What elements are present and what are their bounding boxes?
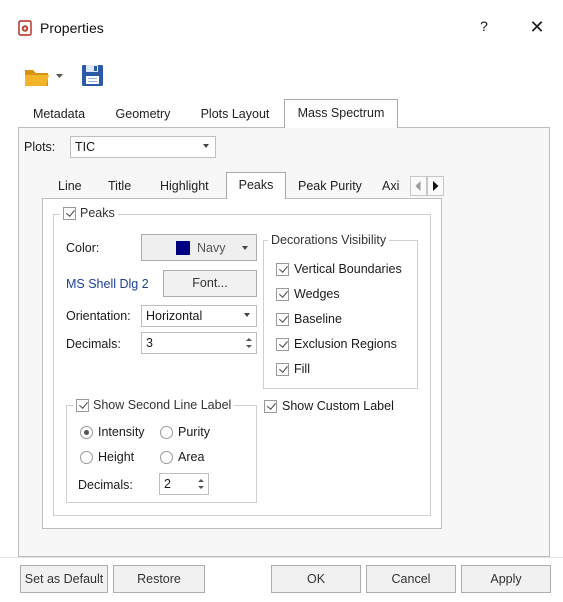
- chevron-down-icon: [203, 144, 209, 148]
- second-line-checkbox[interactable]: Show Second Line Label: [73, 398, 235, 412]
- color-label: Color:: [66, 241, 100, 255]
- checkbox-box[interactable]: [276, 262, 289, 276]
- decoration-label: Baseline: [294, 312, 342, 326]
- checkbox-box[interactable]: [264, 399, 277, 413]
- checkbox-box[interactable]: [63, 206, 76, 220]
- orientation-value: Horizontal: [146, 309, 203, 323]
- decoration-label: Fill: [294, 362, 310, 376]
- window-title: Properties: [40, 20, 104, 36]
- orientation-label: Orientation:: [66, 309, 131, 323]
- radio-circle[interactable]: [160, 450, 173, 464]
- subtab-peaks[interactable]: Peaks: [226, 172, 286, 199]
- second-decimals-spinbox[interactable]: 2: [159, 473, 209, 495]
- radio-area[interactable]: Area: [160, 450, 204, 464]
- subtab-line[interactable]: Line: [58, 175, 82, 197]
- radio-circle[interactable]: [80, 425, 93, 439]
- color-picker-button[interactable]: Navy: [141, 234, 257, 261]
- second-decimals-label: Decimals:: [78, 478, 133, 492]
- checkbox-box[interactable]: [276, 312, 289, 326]
- cancel-button[interactable]: Cancel: [366, 565, 456, 593]
- scroll-left-button[interactable]: [410, 176, 427, 196]
- apply-button[interactable]: Apply: [461, 565, 551, 593]
- decimals-label: Decimals:: [66, 337, 121, 351]
- radio-height[interactable]: Height: [80, 450, 134, 464]
- checkbox-box[interactable]: [276, 337, 289, 351]
- radio-purity[interactable]: Purity: [160, 425, 210, 439]
- plots-dropdown-value: TIC: [75, 140, 96, 154]
- tab-plots-layout[interactable]: Plots Layout: [190, 102, 280, 126]
- chevron-down-icon: [244, 313, 250, 317]
- decoration-baseline[interactable]: Baseline: [276, 312, 342, 326]
- decimals-spinbox[interactable]: 3: [141, 332, 257, 354]
- font-name-label: MS Shell Dlg 2: [66, 277, 149, 291]
- decoration-label: Vertical Boundaries: [294, 262, 402, 276]
- ok-button[interactable]: OK: [271, 565, 361, 593]
- decorations-group-title: Decorations Visibility: [268, 233, 390, 247]
- footer-divider: [0, 557, 563, 558]
- set-as-default-button[interactable]: Set as Default: [20, 565, 108, 593]
- spinner-arrows-icon[interactable]: [245, 335, 253, 351]
- open-folder-button[interactable]: [23, 62, 67, 90]
- plots-label: Plots:: [24, 140, 56, 154]
- app-icon: [17, 20, 33, 36]
- subtab-highlight[interactable]: Highlight: [160, 175, 209, 197]
- radio-label: Area: [178, 450, 205, 464]
- tab-geometry[interactable]: Geometry: [106, 102, 180, 126]
- tab-mass-spectrum[interactable]: Mass Spectrum: [284, 99, 398, 128]
- close-button[interactable]: ✕: [525, 15, 549, 39]
- decoration-exclusion-regions[interactable]: Exclusion Regions: [276, 337, 397, 351]
- restore-button[interactable]: Restore: [113, 565, 205, 593]
- subtab-title[interactable]: Title: [108, 175, 131, 197]
- subtab-axis[interactable]: Axi: [382, 175, 410, 197]
- spinner-arrows-icon[interactable]: [197, 476, 205, 492]
- radio-intensity[interactable]: Intensity: [80, 425, 145, 439]
- custom-label-text: Show Custom Label: [282, 399, 394, 413]
- radio-circle[interactable]: [160, 425, 173, 439]
- radio-label: Height: [98, 450, 135, 464]
- second-line-label: Show Second Line Label: [93, 398, 232, 412]
- peaks-checkbox-label: Peaks: [80, 206, 115, 220]
- radio-circle[interactable]: [80, 450, 93, 464]
- checkbox-box[interactable]: [76, 398, 89, 412]
- save-button[interactable]: [80, 62, 106, 90]
- chevron-down-icon: [242, 246, 248, 250]
- decoration-label: Wedges: [294, 287, 340, 301]
- orientation-dropdown[interactable]: Horizontal: [141, 305, 257, 327]
- color-swatch: [176, 241, 190, 255]
- radio-label: Intensity: [98, 425, 145, 439]
- font-button[interactable]: Font...: [163, 270, 257, 297]
- checkbox-box[interactable]: [276, 287, 289, 301]
- folder-open-icon: [25, 70, 63, 86]
- floppy-save-icon: [82, 65, 103, 86]
- decoration-fill[interactable]: Fill: [276, 362, 310, 376]
- tab-scroll-arrows: [410, 176, 444, 196]
- plots-dropdown[interactable]: TIC: [70, 136, 216, 158]
- decoration-vertical-boundaries[interactable]: Vertical Boundaries: [276, 262, 402, 276]
- arrow-right-icon: [433, 181, 439, 191]
- subtab-peak-purity[interactable]: Peak Purity: [298, 175, 362, 197]
- decoration-label: Exclusion Regions: [294, 337, 397, 351]
- decoration-wedges[interactable]: Wedges: [276, 287, 340, 301]
- tab-metadata[interactable]: Metadata: [24, 102, 94, 126]
- scroll-right-button[interactable]: [427, 176, 444, 196]
- help-button[interactable]: ?: [476, 18, 492, 38]
- checkbox-box[interactable]: [276, 362, 289, 376]
- radio-label: Purity: [178, 425, 210, 439]
- decimals-value: 3: [146, 336, 153, 350]
- peaks-checkbox[interactable]: Peaks: [60, 206, 118, 220]
- second-decimals-value: 2: [164, 477, 171, 491]
- color-value: Navy: [197, 241, 226, 255]
- show-custom-label-checkbox[interactable]: Show Custom Label: [264, 399, 394, 413]
- arrow-left-icon: [415, 181, 421, 191]
